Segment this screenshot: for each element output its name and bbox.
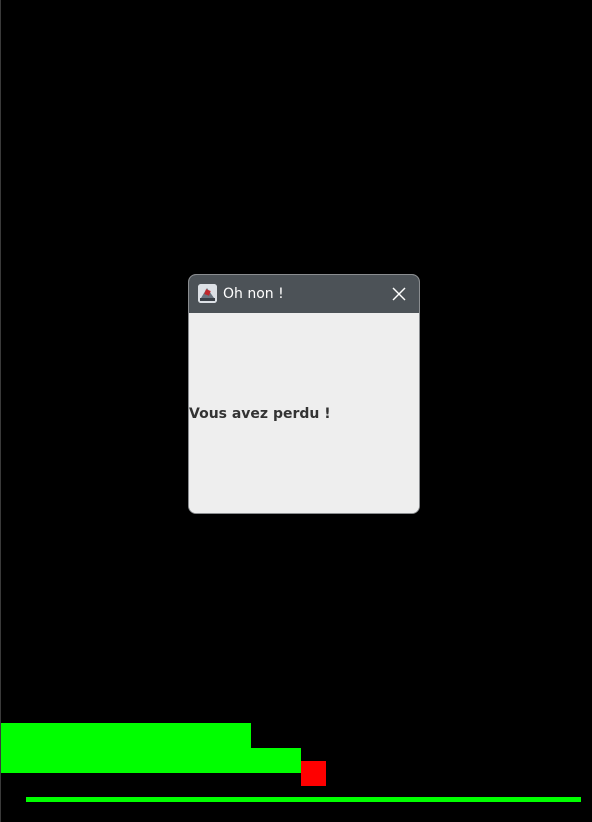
java-app-icon: [198, 284, 217, 303]
dialog-title: Oh non !: [223, 286, 284, 302]
stacked-block: [1, 723, 251, 773]
dialog-titlebar[interactable]: Oh non !: [189, 275, 419, 313]
dialog-body: Vous avez perdu !: [189, 313, 419, 513]
game-over-dialog: Oh non ! Vous avez perdu !: [188, 274, 420, 514]
dialog-message: Vous avez perdu !: [189, 406, 331, 422]
falling-piece: [301, 761, 326, 786]
window-left-edge: [0, 0, 1, 822]
close-icon: [392, 287, 406, 301]
stacked-block: [251, 748, 301, 773]
close-button[interactable]: [385, 280, 413, 308]
ground-line: [26, 797, 581, 802]
